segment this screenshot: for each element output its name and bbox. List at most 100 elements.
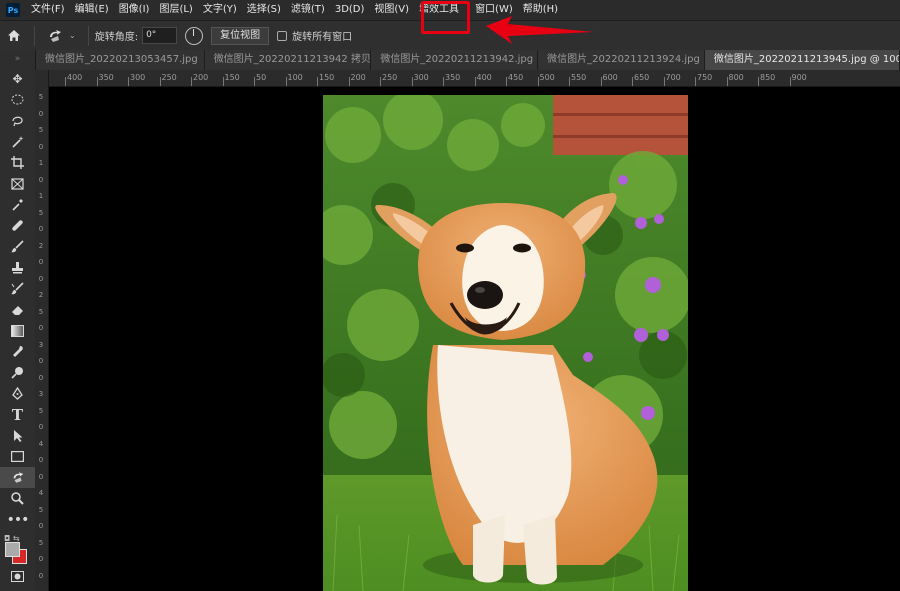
menu-file[interactable]: 文件(F) bbox=[26, 0, 70, 20]
ruler-tick-label: 0 bbox=[38, 324, 44, 332]
brush-icon[interactable] bbox=[0, 236, 35, 257]
zoom-icon[interactable] bbox=[0, 488, 35, 509]
menu-view[interactable]: 视图(V) bbox=[369, 0, 414, 20]
ruler-tick bbox=[159, 77, 161, 86]
reset-view-button[interactable]: 复位视图 bbox=[211, 26, 270, 45]
tab-label: 微信图片_20220213053457.jpg bbox=[45, 54, 198, 65]
home-icon[interactable] bbox=[0, 21, 28, 50]
ruler-tick-label: 0 bbox=[38, 142, 44, 151]
ruler-tick-label: 200 bbox=[350, 73, 366, 82]
vertical-ruler[interactable]: 5 0 5 0 1 0 1 5 0 2 0 0 2 5 0 3 0 0 3 5 0 4 0 0 4 5 0 5 0 0 bbox=[35, 70, 49, 591]
eyedropper-icon[interactable] bbox=[0, 194, 35, 215]
document-tab[interactable]: 微信图片_20220211213942 拷贝× bbox=[204, 50, 372, 70]
ruler-tick-label: 0 bbox=[38, 175, 44, 184]
ruler-tick bbox=[632, 77, 633, 86]
menu-select[interactable]: 选择(S) bbox=[242, 0, 286, 20]
photoshop-logo[interactable]: Ps bbox=[6, 3, 20, 17]
foreground-color[interactable] bbox=[5, 542, 20, 557]
ruler-tick-label: 650 bbox=[634, 73, 650, 82]
panel-collapse-icon[interactable]: » bbox=[0, 50, 35, 68]
separator bbox=[34, 25, 35, 46]
ruler-tick-label: 0 bbox=[38, 423, 44, 431]
ruler-tick-label: 700 bbox=[665, 73, 681, 82]
rotation-dial-icon[interactable] bbox=[185, 26, 204, 45]
ruler-tick-label: 0 bbox=[38, 109, 44, 118]
ruler-tick-label: 750 bbox=[697, 73, 713, 82]
ruler-tick bbox=[569, 77, 570, 86]
ruler-tick-label: 50 bbox=[256, 73, 267, 82]
history-brush-icon[interactable] bbox=[0, 278, 35, 299]
ruler-tick-label: 450 bbox=[508, 73, 524, 82]
color-swatches[interactable]: ◘ ⇆ bbox=[0, 532, 35, 566]
tab-label: 微信图片_20220211213942 拷贝 bbox=[213, 54, 371, 65]
horizontal-ruler[interactable]: 400 350 300 250 200 150 50 100 150 200 250 300 350 40… bbox=[48, 70, 900, 87]
annotation-highlight-box bbox=[421, 1, 470, 34]
marquee-icon[interactable] bbox=[0, 89, 35, 110]
ruler-tick bbox=[380, 77, 381, 86]
move-icon[interactable]: ✥ bbox=[0, 68, 35, 89]
rotate-view-icon[interactable] bbox=[41, 21, 69, 50]
menu-edit[interactable]: 编辑(E) bbox=[70, 0, 114, 20]
document-tab[interactable]: 微信图片_20220211213924.jpg× bbox=[538, 50, 705, 70]
stamp-icon[interactable] bbox=[0, 257, 35, 278]
ruler-tick bbox=[411, 77, 413, 86]
ruler-tick bbox=[285, 77, 287, 86]
rotation-angle-input[interactable]: 0° bbox=[142, 27, 178, 44]
pen-icon[interactable] bbox=[0, 383, 35, 404]
corgi-photo bbox=[323, 95, 688, 591]
ruler-tick bbox=[474, 77, 476, 86]
smudge-icon[interactable] bbox=[0, 341, 35, 362]
ruler-tick-label: 2 bbox=[38, 291, 44, 299]
menu-layer[interactable]: 图层(L) bbox=[154, 0, 197, 20]
tool-preset-chevron-icon[interactable]: ⌄ bbox=[69, 31, 76, 40]
ruler-tick bbox=[222, 77, 224, 86]
rotate-all-windows-label: 旋转所有窗口 bbox=[292, 32, 353, 43]
document-tab[interactable]: 微信图片_20220211213942.jpg× bbox=[371, 50, 539, 70]
frame-icon[interactable] bbox=[0, 173, 35, 194]
annotation-arrow-icon bbox=[486, 16, 594, 44]
ruler-tick-label: 3 bbox=[38, 340, 44, 349]
quick-mask-icon[interactable] bbox=[0, 566, 35, 587]
rotate-view-tool-icon[interactable] bbox=[0, 467, 35, 488]
tab-label: 微信图片_20220211213942.jpg bbox=[380, 54, 534, 65]
ruler-tick-label: 150 bbox=[319, 73, 335, 82]
ruler-tick-label: 4 bbox=[38, 489, 44, 497]
ruler-tick bbox=[128, 77, 129, 86]
rotation-angle-label: 旋转角度: bbox=[94, 32, 139, 43]
gradient-icon[interactable] bbox=[0, 320, 35, 341]
ruler-tick-label: 900 bbox=[791, 73, 807, 82]
ruler-tick-label: 5 bbox=[38, 208, 44, 217]
ruler-tick-label: 350 bbox=[445, 73, 461, 82]
canvas-area[interactable] bbox=[49, 87, 900, 591]
healing-icon[interactable] bbox=[0, 215, 35, 236]
menu-image[interactable]: 图像(I) bbox=[114, 0, 155, 20]
magic-wand-icon[interactable] bbox=[0, 131, 35, 152]
lasso-icon[interactable] bbox=[0, 110, 35, 131]
eraser-icon[interactable] bbox=[0, 299, 35, 320]
menu-filter[interactable]: 滤镜(T) bbox=[286, 0, 330, 20]
tools-panel: » ✥ T ••• ◘ ⇆ bbox=[0, 50, 36, 591]
path-select-icon[interactable] bbox=[0, 425, 35, 446]
ruler-tick-label: 850 bbox=[760, 73, 776, 82]
document-tabs: 微信图片_20220213053457.jpg× 微信图片_2022021121… bbox=[36, 50, 900, 70]
menu-type[interactable]: 文字(Y) bbox=[198, 0, 242, 20]
more-icon[interactable]: ••• bbox=[0, 509, 35, 530]
ruler-tick-label: 150 bbox=[224, 73, 240, 82]
ruler-tick-label: 5 bbox=[38, 93, 44, 101]
dodge-icon[interactable] bbox=[0, 362, 35, 383]
ruler-tick bbox=[726, 77, 728, 86]
crop-icon[interactable] bbox=[0, 152, 35, 173]
rectangle-icon[interactable] bbox=[0, 446, 35, 467]
menu-3d[interactable]: 3D(D) bbox=[330, 0, 370, 20]
ruler-tick-label: 200 bbox=[193, 73, 209, 82]
ruler-tick-label: 4 bbox=[38, 439, 44, 448]
ruler-tick-label: 3 bbox=[38, 390, 44, 398]
ruler-corner[interactable] bbox=[35, 70, 48, 86]
ruler-tick bbox=[600, 77, 602, 86]
ruler-tick-label: 5 bbox=[38, 538, 44, 547]
document-tab[interactable]: 微信图片_20220213053457.jpg× bbox=[36, 50, 205, 70]
rotate-all-windows-checkbox[interactable] bbox=[277, 30, 288, 41]
document-tab-active[interactable]: 微信图片_20220211213945.jpg @ 100%(RG bbox=[704, 50, 900, 70]
ruler-tick bbox=[96, 77, 98, 86]
type-icon[interactable]: T bbox=[0, 404, 35, 425]
